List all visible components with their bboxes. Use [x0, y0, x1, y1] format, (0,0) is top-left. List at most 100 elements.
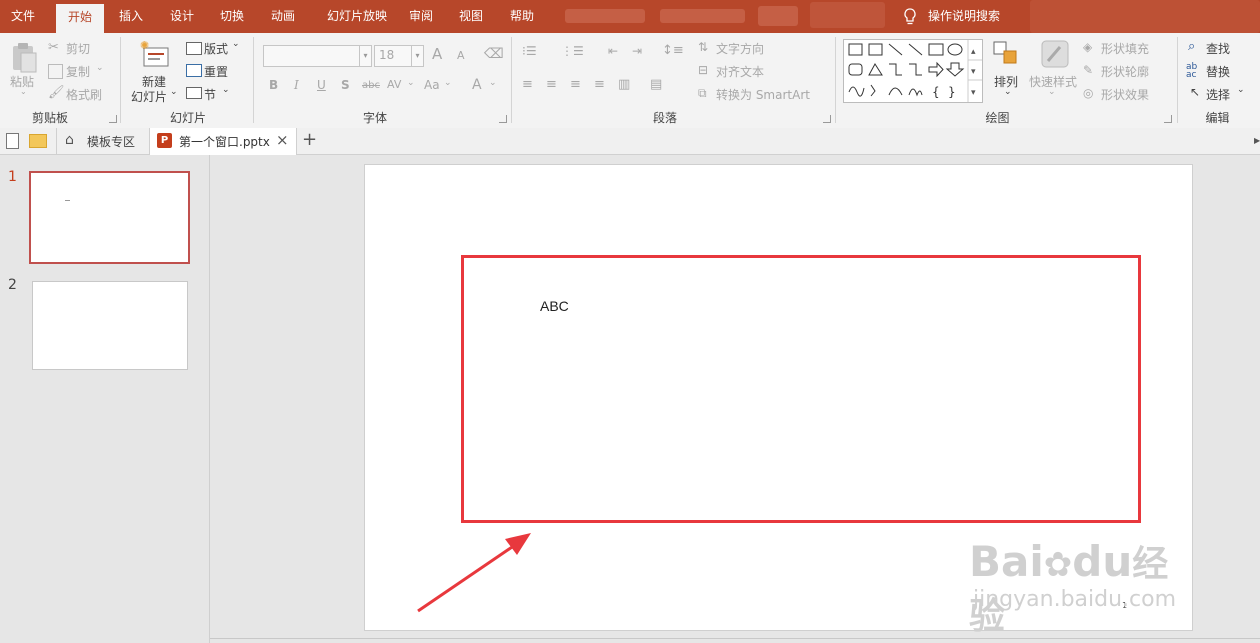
- bold-button[interactable]: B: [269, 78, 278, 92]
- tab-home[interactable]: 开始: [56, 4, 104, 33]
- group-separator: [120, 37, 121, 123]
- format-painter-button[interactable]: 格式刷: [66, 86, 102, 103]
- shrink-font-button[interactable]: A: [457, 49, 465, 62]
- clipboard-launcher[interactable]: [109, 115, 117, 123]
- new-document-icon[interactable]: [6, 133, 19, 149]
- chevron-down-icon[interactable]: ⌄: [96, 63, 104, 73]
- paste-icon[interactable]: [10, 41, 38, 75]
- chevron-down-icon[interactable]: ⌄: [222, 85, 230, 95]
- arrange-icon[interactable]: [992, 39, 1020, 67]
- tab-review[interactable]: 审阅: [400, 0, 442, 33]
- chevron-down-icon[interactable]: ⌄: [1048, 87, 1056, 97]
- font-name-combo[interactable]: ▾: [263, 45, 372, 67]
- layout-button[interactable]: 版式: [204, 40, 228, 57]
- select-button[interactable]: 选择: [1206, 86, 1230, 103]
- cut-button[interactable]: 剪切: [66, 40, 90, 57]
- convert-smartart-button[interactable]: 转换为 SmartArt: [716, 86, 810, 103]
- slide-text-abc[interactable]: ABC: [540, 298, 569, 314]
- slide-thumbnail-1[interactable]: [29, 171, 190, 264]
- grow-font-button[interactable]: A: [432, 45, 442, 63]
- tab-view[interactable]: 视图: [450, 0, 492, 33]
- chevron-down-icon[interactable]: ⌄: [407, 78, 415, 88]
- font-launcher[interactable]: [499, 115, 507, 123]
- quick-styles-icon[interactable]: [1040, 39, 1070, 69]
- paragraph-launcher[interactable]: [823, 115, 831, 123]
- new-slide-icon[interactable]: ✺: [140, 39, 170, 69]
- tab-template-zone[interactable]: ⌂ 模板专区: [56, 128, 150, 154]
- section-button[interactable]: 节: [204, 86, 216, 103]
- reset-button[interactable]: 重置: [204, 63, 228, 80]
- distributed-icon[interactable]: ▥: [618, 77, 630, 92]
- annotation-arrow-icon: [417, 533, 531, 613]
- text-direction-button[interactable]: 文字方向: [716, 40, 764, 57]
- clear-format-icon[interactable]: ⌫: [484, 46, 504, 62]
- blurred-region: [565, 9, 645, 23]
- group-label-editing: 编辑: [1205, 111, 1230, 125]
- blurred-region: [810, 2, 885, 28]
- close-icon[interactable]: ×: [276, 131, 289, 149]
- add-tab-button[interactable]: +: [302, 129, 317, 150]
- slide-thumbnail-2[interactable]: [32, 281, 188, 370]
- svg-text:{: {: [932, 85, 940, 99]
- shapes-gallery[interactable]: {} ▴ ▾ ▾: [843, 39, 983, 103]
- copy-button[interactable]: 复制: [66, 63, 90, 80]
- chevron-right-icon[interactable]: ▶: [1254, 136, 1260, 145]
- tell-me-search[interactable]: 操作说明搜索: [928, 0, 1008, 33]
- thumbnail-text-mark: [65, 200, 70, 201]
- chevron-down-icon[interactable]: ▾: [411, 46, 423, 66]
- align-text-button[interactable]: 对齐文本: [716, 63, 764, 80]
- chevron-down-icon[interactable]: ⌄: [489, 78, 497, 88]
- align-center-icon[interactable]: ≡: [546, 77, 557, 92]
- shape-effects-button[interactable]: 形状效果: [1101, 86, 1149, 103]
- svg-text:✺: ✺: [140, 39, 149, 52]
- tab-animations[interactable]: 动画: [262, 0, 304, 33]
- folder-icon[interactable]: [29, 134, 47, 148]
- lightbulb-icon[interactable]: [902, 8, 918, 26]
- group-label-paragraph: 段落: [652, 111, 677, 125]
- line-spacing-icon[interactable]: ↕≡: [662, 43, 684, 58]
- chevron-down-icon[interactable]: ⌄: [1237, 85, 1245, 95]
- chevron-down-icon[interactable]: ⌄: [232, 39, 240, 49]
- font-color-button[interactable]: A: [472, 77, 482, 93]
- columns-icon[interactable]: ▤: [650, 77, 662, 92]
- layout-icon: [186, 42, 202, 55]
- italic-button[interactable]: I: [294, 78, 299, 92]
- svg-text:▾: ▾: [971, 88, 976, 98]
- chevron-down-icon[interactable]: ⌄: [444, 78, 452, 88]
- bullets-icon[interactable]: ⁝☰: [522, 44, 537, 58]
- tab-file[interactable]: 文件: [0, 0, 46, 33]
- chevron-down-icon[interactable]: ⌄: [170, 87, 178, 97]
- shadow-button[interactable]: S: [341, 78, 350, 92]
- new-slide-button-label2[interactable]: 幻灯片: [131, 88, 167, 105]
- tab-document[interactable]: P 第一个窗口.pptx ×: [150, 128, 297, 155]
- tab-transitions[interactable]: 切换: [211, 0, 253, 33]
- align-left-icon[interactable]: ≡: [522, 77, 533, 92]
- underline-button[interactable]: U: [317, 78, 326, 92]
- find-button[interactable]: 查找: [1206, 40, 1230, 57]
- font-size-combo[interactable]: 18 ▾: [374, 45, 424, 67]
- tab-help[interactable]: 帮助: [501, 0, 543, 33]
- replace-button[interactable]: 替换: [1206, 63, 1230, 80]
- tab-design[interactable]: 设计: [161, 0, 203, 33]
- font-size-value: 18: [379, 48, 395, 62]
- strikethrough-button[interactable]: abc: [362, 80, 380, 91]
- chevron-down-icon[interactable]: ⌄: [1004, 87, 1012, 97]
- tab-insert[interactable]: 插入: [110, 0, 152, 33]
- slide-canvas[interactable]: ABC 1 Bai✿du经验 jingyan.baidu.com: [364, 164, 1193, 637]
- chevron-down-icon[interactable]: ▾: [359, 46, 371, 66]
- chevron-down-icon[interactable]: ⌄: [20, 87, 27, 96]
- drawing-launcher[interactable]: [1164, 115, 1172, 123]
- tab-slideshow[interactable]: 幻灯片放映: [316, 0, 398, 33]
- decrease-indent-icon[interactable]: ⇤: [608, 44, 618, 58]
- section-icon: [186, 87, 202, 99]
- change-case-button[interactable]: Aa: [424, 78, 440, 92]
- align-right-icon[interactable]: ≡: [570, 77, 581, 92]
- char-spacing-button[interactable]: AV: [387, 78, 401, 91]
- group-label-slides: 幻灯片: [169, 111, 206, 125]
- shape-outline-button[interactable]: 形状轮廓: [1101, 63, 1149, 80]
- numbering-icon[interactable]: ⋮☰: [561, 44, 584, 58]
- slide-number: 2: [8, 277, 17, 293]
- justify-icon[interactable]: ≡: [594, 77, 605, 92]
- increase-indent-icon[interactable]: ⇥: [632, 44, 642, 58]
- shape-fill-button[interactable]: 形状填充: [1101, 40, 1149, 57]
